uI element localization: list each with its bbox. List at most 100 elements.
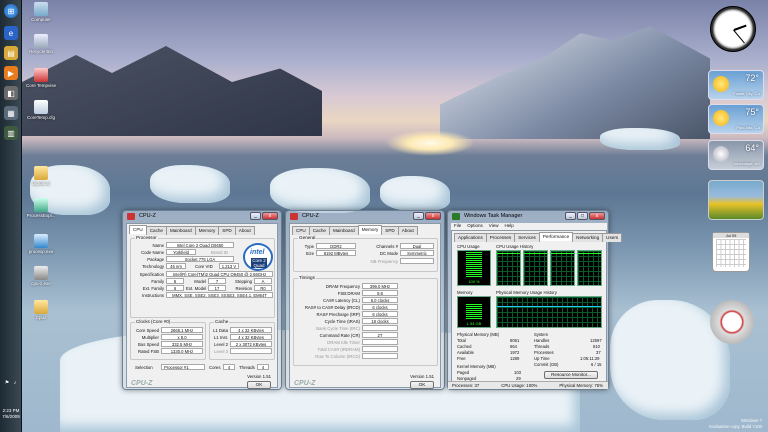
spec-value: Intel(R) Core(TM)2 Quad CPU Q9450 @ 2.66… (166, 271, 273, 277)
tab-performance[interactable]: Performance (538, 232, 574, 241)
field-label: Cycle Time (tRAS) (324, 319, 360, 324)
explorer-taskbar-icon[interactable]: ▤ (4, 46, 18, 60)
mem-history-graph (496, 296, 602, 328)
field-label: Brand ID (211, 250, 228, 255)
tab-services[interactable]: Services (514, 233, 540, 242)
field-label: Row To Column (tRCD) (315, 354, 360, 359)
desktop-icon-process-explorer[interactable]: ProcessExpl... (24, 198, 58, 218)
commit-label: Commit (GB) (534, 362, 559, 367)
cpuz-mem-titlebar[interactable]: CPU-Z _ x (286, 211, 444, 222)
memory-fill (466, 303, 482, 320)
taskmgr-taskbar-icon[interactable]: ▥ (4, 126, 18, 140)
model-value: 7 (208, 278, 226, 284)
extmodel-value: 17 (208, 285, 226, 291)
total-cas-value (362, 346, 398, 352)
recycle-bin-icon (34, 34, 48, 48)
cpu-history-graphs (496, 250, 602, 286)
minimize-button[interactable]: _ (565, 212, 576, 220)
tab-spd[interactable]: SPD (218, 226, 236, 235)
cpuz-cpu-titlebar[interactable]: CPU-Z _ x (123, 211, 281, 222)
desktop-icon-recycle-bin[interactable]: Recycle Bin (24, 34, 58, 54)
name-value: Intel Core 2 Quad Q9450 (166, 242, 234, 248)
weather-temp: 72° (745, 73, 759, 83)
start-button[interactable]: ⊞ (4, 4, 18, 18)
tab-mainboard[interactable]: Mainboard (165, 226, 196, 235)
clock-hand-minute (733, 29, 745, 44)
tab-memory[interactable]: Memory (357, 225, 383, 234)
field-label: Channels # (376, 244, 398, 249)
ok-button[interactable]: OK (247, 381, 271, 389)
menu-bar: File Options View Help (451, 223, 607, 230)
tab-cpu[interactable]: CPU (292, 226, 310, 235)
clock-gadget[interactable] (710, 6, 756, 52)
weather-gadget-1[interactable]: 72° Foster City, CA (708, 70, 764, 100)
tab-networking[interactable]: Networking (572, 233, 604, 242)
status-cpu: CPU Usage: 100% (501, 383, 538, 388)
package-value: Socket 775 LGA (166, 256, 234, 262)
cpuz-memory-window[interactable]: CPU-Z _ x CPU Cache Mainboard Memory SPD… (285, 210, 445, 390)
tab-applications[interactable]: Applications (454, 233, 487, 242)
task-manager-window[interactable]: Windows Task Manager _ □ x File Options … (447, 210, 623, 390)
ie-taskbar-icon[interactable]: e (4, 26, 18, 40)
rowtocol-value (362, 353, 398, 359)
cpuz-tabs: CPU Cache Mainboard Memory SPD About (129, 225, 255, 235)
tab-cpu[interactable]: CPU (129, 225, 147, 234)
kernel-label: Kernel Memory (MB) (457, 364, 496, 369)
ok-button[interactable]: OK (410, 381, 434, 389)
tab-memory[interactable]: Memory (194, 226, 220, 235)
group-label: General (298, 235, 317, 240)
calendar-gadget[interactable]: Jul 09 (712, 232, 750, 272)
tab-spd[interactable]: SPD (381, 226, 399, 235)
resource-monitor-button[interactable]: Resource Monitor... (544, 371, 598, 379)
desktop-icon-cpuz[interactable]: Cpuz (24, 300, 58, 320)
core-4-history-graph (577, 250, 602, 286)
size-value: 8192 MBytes (316, 250, 356, 256)
paged-value: 103 (514, 370, 521, 375)
menu-options[interactable]: Options (467, 223, 483, 230)
media-gadget[interactable] (710, 300, 754, 344)
weather-city: Anchorage, AK (733, 161, 760, 166)
tab-processes[interactable]: Processes (485, 233, 516, 242)
desktop-icon-cpuz-exe[interactable]: cpu-z.exe (24, 266, 58, 286)
sunny-icon (713, 110, 729, 126)
menu-help[interactable]: Help (504, 223, 513, 230)
tray-flag-icon[interactable]: ⚑ (4, 380, 10, 386)
menu-file[interactable]: File (454, 223, 461, 230)
close-button[interactable]: x (425, 212, 441, 220)
cpuz-cpu-window[interactable]: CPU-Z _ x CPU Cache Mainboard Memory SPD… (122, 210, 282, 390)
tab-cache[interactable]: Cache (308, 226, 330, 235)
tab-about[interactable]: About (234, 226, 255, 235)
instructions-value: MMX, SSE, SSE2, SSE3, SSSE3, SSE4.1, EM6… (166, 292, 273, 298)
desktop-icon-coretemp-cfg[interactable]: CoreTemp.cfg (24, 100, 58, 120)
system-label: System (534, 332, 548, 337)
desktop-icon-computer[interactable]: Computer (24, 2, 58, 22)
cpuz-taskbar-icon[interactable]: ▦ (4, 106, 18, 120)
desktop-icon-procexp[interactable]: procexp.exe (24, 234, 58, 254)
cache-group: Cache L1 Data 4 x 32 KBytes L1 Inst. 4 x… (209, 319, 275, 360)
slideshow-gadget[interactable] (708, 180, 764, 220)
tray-clock[interactable]: 2:23 PM 7/6/2009 (1, 408, 21, 420)
tab-cache[interactable]: Cache (145, 226, 167, 235)
close-button[interactable]: x (262, 212, 278, 220)
app-taskbar-icon[interactable]: ◧ (4, 86, 18, 100)
tab-about[interactable]: About (397, 226, 418, 235)
field-label: L1 Inst. (213, 335, 228, 340)
iceberg (150, 165, 230, 203)
media-player-taskbar-icon[interactable]: ▶ (4, 66, 18, 80)
field-label: Ext. Model (186, 286, 207, 291)
close-button[interactable]: x (589, 212, 605, 220)
processor-select[interactable]: Processor #1 (161, 364, 205, 370)
field-label: Code Name (141, 250, 164, 255)
weather-gadget-3[interactable]: 64° Anchorage, AK (708, 140, 764, 170)
tray-speaker-icon[interactable]: ♪ (12, 380, 18, 386)
minimize-button[interactable]: _ (250, 212, 261, 220)
tab-mainboard[interactable]: Mainboard (328, 226, 359, 235)
desktop-icon-coretemp[interactable]: Core Tempvise (24, 68, 58, 88)
minimize-button[interactable]: _ (413, 212, 424, 220)
weather-gadget-2[interactable]: 75° Palo Alto, CA (708, 104, 764, 134)
maximize-button[interactable]: □ (577, 212, 588, 220)
menu-view[interactable]: View (489, 223, 499, 230)
desktop-icon-digitalcat[interactable]: digitalcat (24, 166, 58, 186)
tab-users[interactable]: Users (602, 233, 623, 242)
taskmgr-titlebar[interactable]: Windows Task Manager _ □ x (448, 211, 608, 222)
